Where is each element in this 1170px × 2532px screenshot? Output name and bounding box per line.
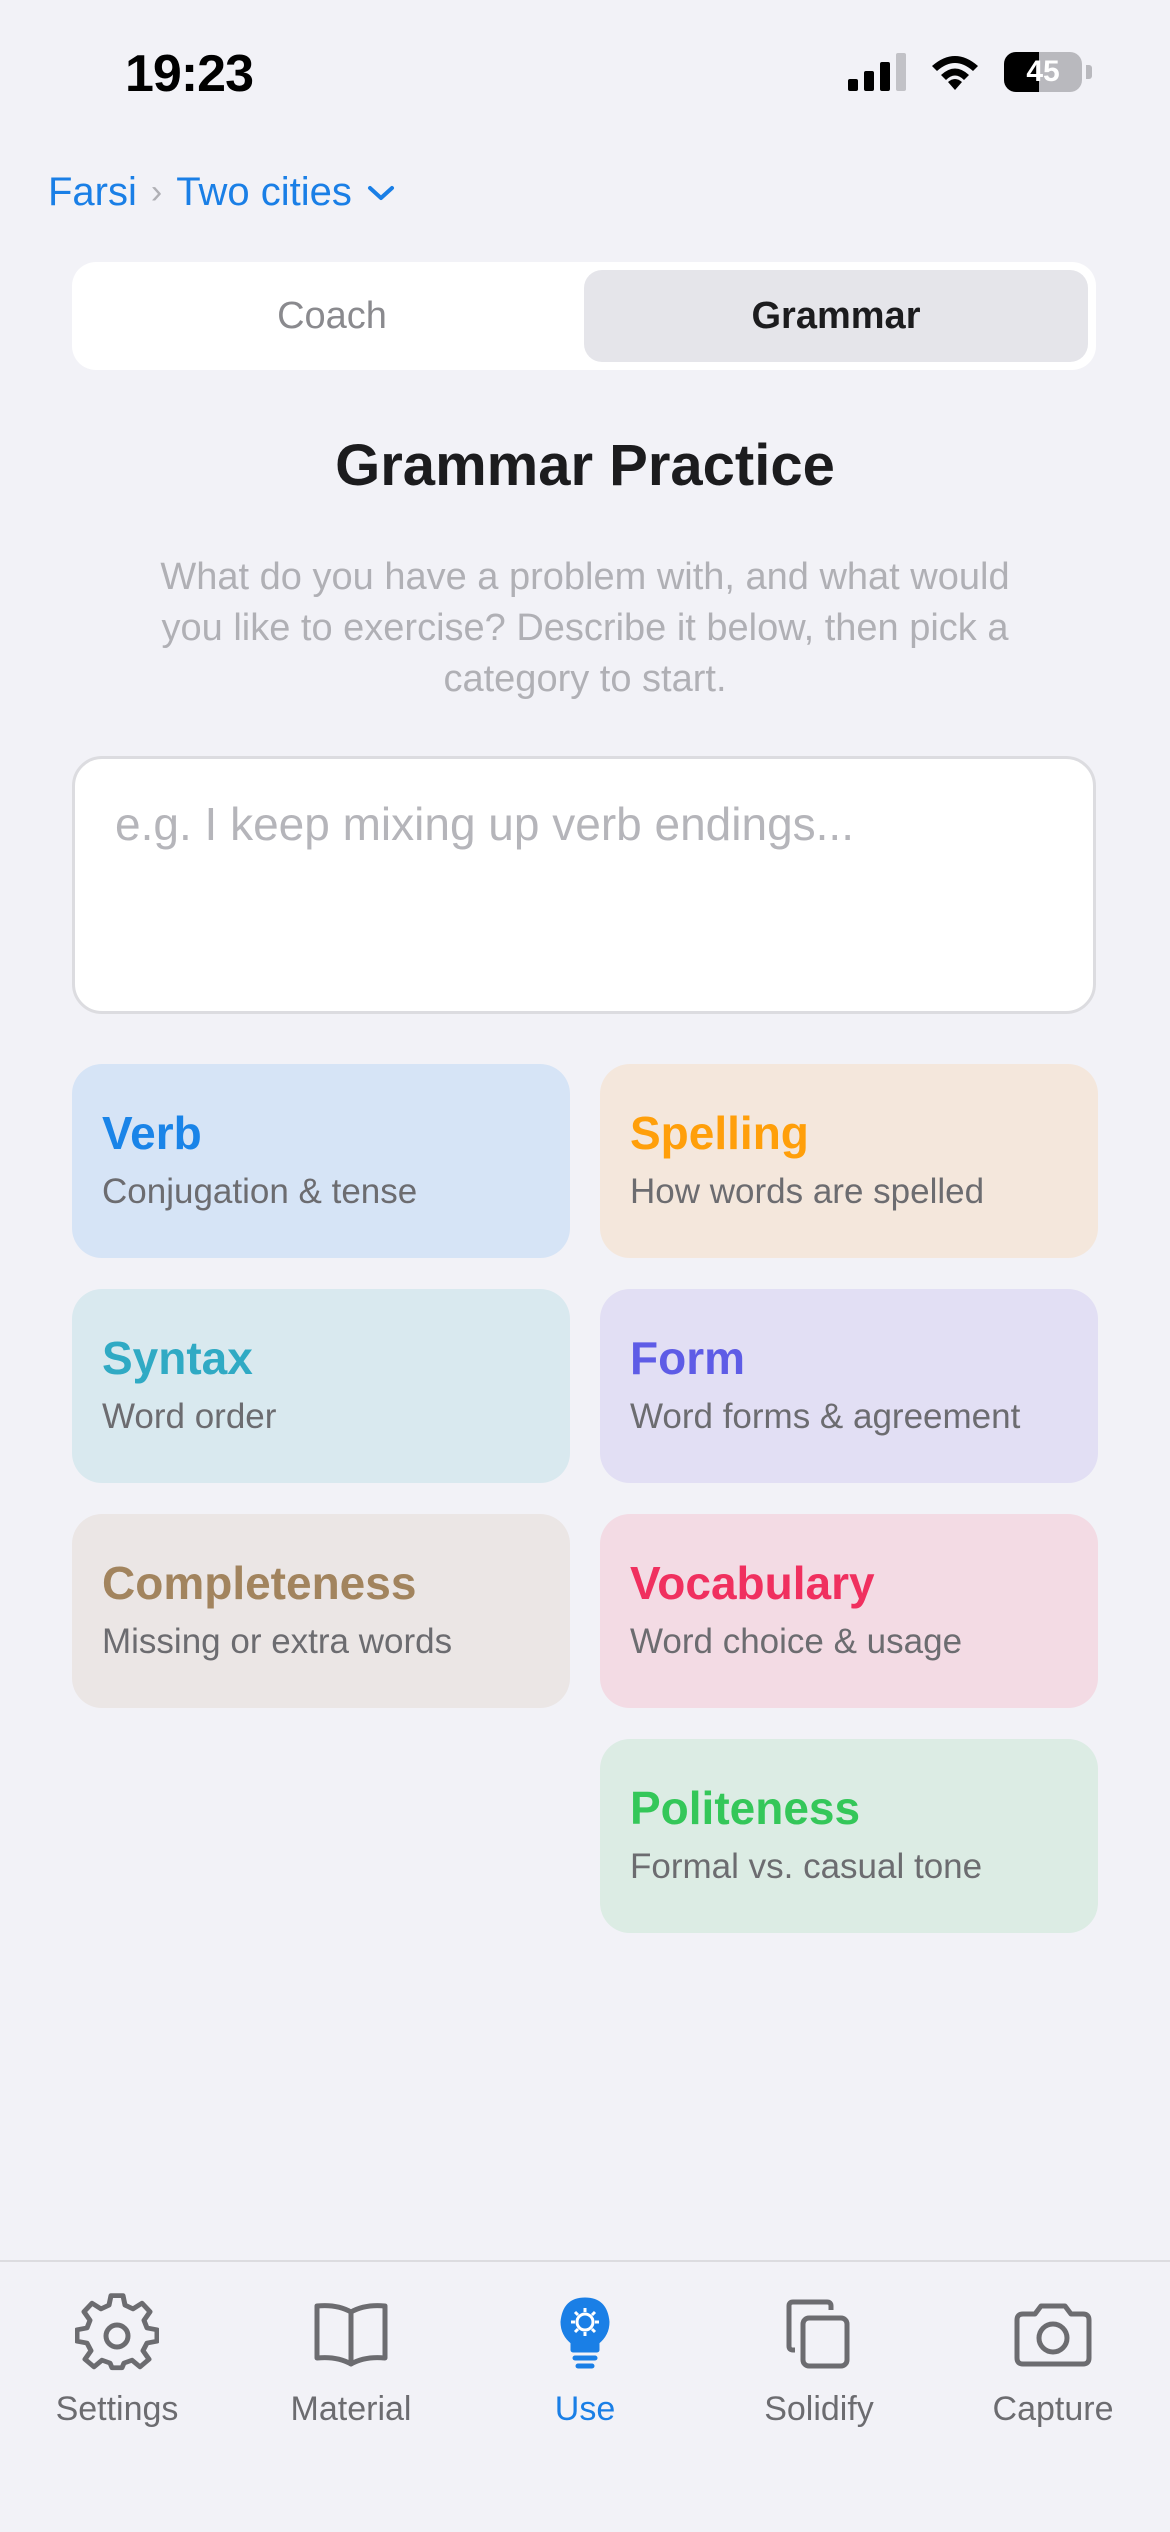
- category-subtitle: Word forms & agreement: [630, 1397, 1021, 1436]
- category-title: Vocabulary: [630, 1557, 875, 1609]
- status-time: 19:23: [125, 45, 254, 103]
- battery-indicator: 45: [1004, 52, 1082, 92]
- grammar-practice-screen: 19:23 45 Farsi › Two cities Coach Gramma…: [0, 0, 1170, 2532]
- breadcrumb-language[interactable]: Farsi: [48, 170, 137, 215]
- problem-description-input[interactable]: [72, 756, 1096, 1014]
- book-icon: [309, 2292, 393, 2376]
- camera-icon: [1011, 2292, 1095, 2376]
- gear-icon: [75, 2292, 159, 2376]
- category-verb-card[interactable]: Verb Conjugation & tense: [72, 1064, 570, 1258]
- category-subtitle: Formal vs. casual tone: [630, 1847, 983, 1886]
- tab-use[interactable]: Use: [468, 2292, 702, 2429]
- tab-material[interactable]: Material: [234, 2292, 468, 2429]
- category-syntax-card[interactable]: Syntax Word order: [72, 1289, 570, 1483]
- category-title: Politeness: [630, 1782, 861, 1834]
- chevron-down-icon[interactable]: [366, 183, 396, 203]
- breadcrumb-material[interactable]: Two cities: [176, 170, 352, 215]
- tab-label: Settings: [55, 2390, 179, 2428]
- breadcrumb-separator: ›: [150, 173, 163, 211]
- category-subtitle: Conjugation & tense: [102, 1172, 418, 1211]
- tab-bar: Settings Material Use Solidify Capture: [0, 2260, 1170, 2532]
- tab-label: Use: [554, 2390, 616, 2428]
- category-title: Completeness: [102, 1557, 417, 1609]
- tab-label: Solidify: [764, 2390, 874, 2428]
- category-vocabulary-card[interactable]: Vocabulary Word choice & usage: [600, 1514, 1098, 1708]
- tab-label: Material: [290, 2390, 412, 2428]
- category-completeness-card[interactable]: Completeness Missing or extra words: [72, 1514, 570, 1708]
- status-bar: 19:23 45: [0, 0, 1170, 150]
- category-title: Syntax: [102, 1332, 253, 1384]
- category-subtitle: Word choice & usage: [630, 1622, 963, 1661]
- segment-coach[interactable]: Coach: [80, 270, 584, 362]
- category-title: Spelling: [630, 1107, 809, 1159]
- category-subtitle: Word order: [102, 1397, 277, 1436]
- category-subtitle: Missing or extra words: [102, 1622, 453, 1661]
- category-politeness-card[interactable]: Politeness Formal vs. casual tone: [600, 1739, 1098, 1933]
- breadcrumb: Farsi › Two cities: [48, 170, 396, 215]
- tab-settings[interactable]: Settings: [0, 2292, 234, 2429]
- copy-icon: [777, 2292, 861, 2376]
- page-description: What do you have a problem with, and wha…: [160, 556, 1010, 700]
- segment-grammar[interactable]: Grammar: [584, 270, 1088, 362]
- tab-capture[interactable]: Capture: [936, 2292, 1170, 2429]
- mode-segmented-control: Coach Grammar: [72, 262, 1096, 370]
- page-title: Grammar Practice: [335, 433, 835, 498]
- category-subtitle: How words are spelled: [630, 1172, 985, 1211]
- category-form-card[interactable]: Form Word forms & agreement: [600, 1289, 1098, 1483]
- status-icons: 45: [848, 52, 1092, 92]
- tab-label: Capture: [992, 2390, 1114, 2428]
- tab-solidify[interactable]: Solidify: [702, 2292, 936, 2429]
- category-title: Verb: [102, 1107, 202, 1159]
- category-title: Form: [630, 1332, 745, 1384]
- wifi-icon: [932, 56, 978, 90]
- cellular-signal-icon: [848, 53, 906, 91]
- category-spelling-card[interactable]: Spelling How words are spelled: [600, 1064, 1098, 1258]
- battery-level: 45: [1026, 55, 1060, 88]
- lightbulb-icon: [543, 2292, 627, 2376]
- battery-tip: [1086, 65, 1092, 79]
